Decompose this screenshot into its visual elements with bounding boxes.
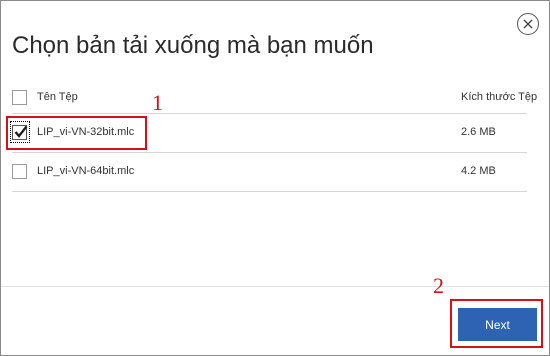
file-name: LIP_vi-VN-64bit.mlc <box>37 165 135 177</box>
table-row[interactable]: LIP_vi-VN-64bit.mlc 4.2 MB <box>12 153 527 192</box>
table-header-row: Tên Tệp Kích thước Tệp <box>12 85 537 114</box>
file-size: 2.6 MB <box>461 126 496 138</box>
column-header-file-size: Kích thước Tệp <box>461 91 538 103</box>
annotation-box-2 <box>450 299 543 348</box>
close-icon <box>523 19 533 29</box>
dialog-title: Chọn bản tải xuống mà bạn muốn <box>12 32 374 59</box>
select-all-checkbox[interactable] <box>12 90 27 105</box>
column-header-file-name: Tên Tệp <box>37 91 78 103</box>
close-button[interactable] <box>517 13 539 35</box>
footer-divider <box>1 286 549 287</box>
file-size: 4.2 MB <box>461 165 496 177</box>
annotation-box-1 <box>6 116 147 150</box>
annotation-number-1: 1 <box>152 90 163 115</box>
row-checkbox-64bit[interactable] <box>12 164 27 179</box>
annotation-number-2: 2 <box>433 273 444 298</box>
